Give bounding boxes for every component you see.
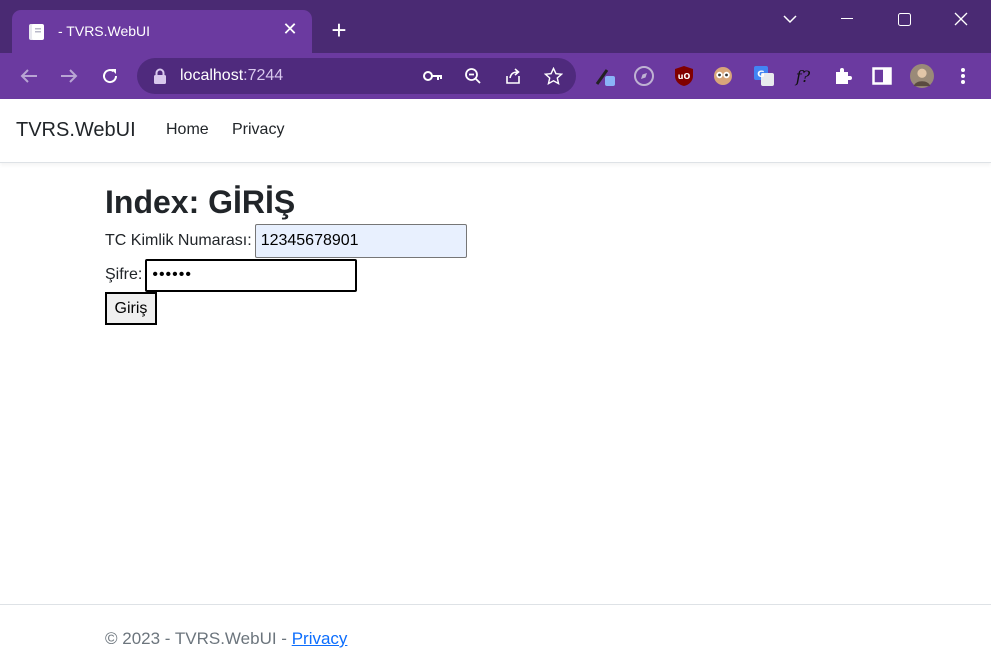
- tc-input[interactable]: 12345678901: [254, 224, 467, 258]
- browser-toolbar: localhost:7244 uO G f?: [0, 53, 991, 99]
- footer: © 2023 - TVRS.WebUI - Privacy: [0, 604, 991, 667]
- owl-extension-icon[interactable]: [711, 64, 735, 88]
- nav-link-home[interactable]: Home: [166, 121, 209, 139]
- translate-extension-icon[interactable]: G: [752, 64, 776, 88]
- tc-row: TC Kimlik Numarası: 12345678901: [105, 224, 905, 258]
- address-bar[interactable]: localhost:7244: [137, 58, 576, 94]
- login-button[interactable]: Giriş: [105, 292, 157, 325]
- navbar-brand[interactable]: TVRS.WebUI: [16, 119, 136, 142]
- footer-text: © 2023 - TVRS.WebUI - Privacy: [105, 629, 347, 649]
- password-label: Şifre:: [105, 266, 143, 283]
- compass-extension-icon[interactable]: [632, 64, 656, 88]
- back-arrow-icon[interactable]: [18, 65, 40, 87]
- reload-icon[interactable]: [99, 65, 121, 87]
- maximize-button[interactable]: [889, 6, 919, 32]
- nav-link-privacy[interactable]: Privacy: [232, 121, 284, 139]
- close-window-button[interactable]: [946, 6, 976, 32]
- extensions-puzzle-icon[interactable]: [831, 64, 855, 88]
- forward-arrow-icon[interactable]: [58, 65, 80, 87]
- color-picker-extension-icon[interactable]: [593, 64, 617, 88]
- lock-icon[interactable]: [153, 68, 167, 84]
- close-tab-icon[interactable]: ✕: [280, 19, 300, 39]
- footer-copyright: © 2023 - TVRS.WebUI -: [105, 629, 292, 648]
- profile-avatar[interactable]: [910, 64, 934, 88]
- menu-dots-icon[interactable]: [951, 64, 975, 88]
- svg-text:G: G: [757, 70, 764, 80]
- url-text[interactable]: localhost:7244: [180, 67, 283, 85]
- ublock-icon[interactable]: uO: [672, 64, 696, 88]
- page-icon: [29, 24, 44, 40]
- password-input[interactable]: ••••••: [145, 258, 358, 292]
- tab-title: - TVRS.WebUI: [58, 23, 151, 39]
- minimize-button[interactable]: [832, 6, 862, 32]
- page-title: Index: GİRİŞ: [105, 184, 296, 220]
- site-navbar: TVRS.WebUI Home Privacy: [0, 99, 991, 163]
- new-tab-button[interactable]: +: [326, 17, 352, 43]
- zoom-out-icon[interactable]: [463, 66, 483, 86]
- formula-extension-icon[interactable]: f?: [791, 64, 815, 88]
- svg-text:uO: uO: [678, 72, 691, 81]
- tab-search-icon[interactable]: [775, 6, 805, 32]
- password-row: Şifre: ••••••: [105, 258, 905, 292]
- share-icon[interactable]: [503, 66, 523, 86]
- svg-text:f?: f?: [795, 67, 811, 86]
- browser-tab[interactable]: - TVRS.WebUI ✕: [12, 10, 312, 53]
- bookmark-star-icon[interactable]: [543, 66, 563, 86]
- side-panel-icon[interactable]: [870, 64, 894, 88]
- tc-label: TC Kimlik Numarası:: [105, 232, 252, 249]
- main-content: Index: GİRİŞ TC Kimlik Numarası: 1234567…: [105, 180, 905, 325]
- footer-privacy-link[interactable]: Privacy: [292, 629, 348, 648]
- browser-titlebar: - TVRS.WebUI ✕ +: [0, 0, 991, 53]
- key-icon[interactable]: [423, 66, 443, 86]
